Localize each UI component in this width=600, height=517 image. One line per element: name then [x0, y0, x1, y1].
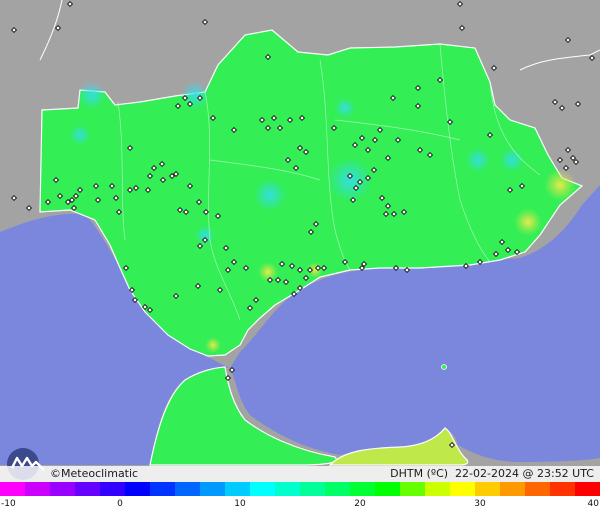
- scale-color-strip: [0, 482, 600, 496]
- scale-color-cell: [275, 482, 300, 496]
- scale-color-cell: [400, 482, 425, 496]
- scale-color-cell: [550, 482, 575, 496]
- brand-label[interactable]: ©Meteoclimatic: [50, 467, 138, 480]
- scale-color-cell: [500, 482, 525, 496]
- alboran-island: [441, 364, 447, 370]
- copyright-symbol: ©: [50, 467, 61, 480]
- map-date: 22-02-2024: [455, 467, 519, 480]
- scale-tick-label: 0: [117, 499, 123, 509]
- scale-color-cell: [150, 482, 175, 496]
- scale-tick-label: 30: [474, 499, 486, 509]
- scale-color-cell: [250, 482, 275, 496]
- scale-color-cell: [225, 482, 250, 496]
- scale-color-cell: [75, 482, 100, 496]
- temperature-map: [0, 0, 600, 517]
- scale-color-cell: [575, 482, 600, 496]
- scale-color-cell: [300, 482, 325, 496]
- scale-color-cell: [25, 482, 50, 496]
- scale-color-cell: [475, 482, 500, 496]
- scale-color-cell: [350, 482, 375, 496]
- scale-color-cell: [50, 482, 75, 496]
- scale-color-cell: [0, 482, 25, 496]
- scale-color-cell: [325, 482, 350, 496]
- scale-color-cell: [175, 482, 200, 496]
- scale-color-cell: [125, 482, 150, 496]
- map-info: DHTM (ºC) 22-02-2024 @ 23:52 UTC: [390, 467, 594, 480]
- scale-color-cell: [200, 482, 225, 496]
- scale-tick-label: 20: [354, 499, 366, 509]
- map-footer-bar: ©Meteoclimatic DHTM (ºC) 22-02-2024 @ 23…: [0, 466, 600, 482]
- scale-color-cell: [525, 482, 550, 496]
- scale-tick-label: 40: [587, 499, 599, 509]
- scale-tick-label: -10: [1, 499, 16, 509]
- brand-name: Meteoclimatic: [61, 467, 139, 480]
- temperature-scale: -10 0 10 20 30 40: [0, 482, 600, 517]
- scale-color-cell: [100, 482, 125, 496]
- map-time: 23:52 UTC: [536, 467, 594, 480]
- scale-color-cell: [375, 482, 400, 496]
- scale-tick-label: 10: [234, 499, 246, 509]
- scale-color-cell: [425, 482, 450, 496]
- scale-color-cell: [450, 482, 475, 496]
- variable-label: DHTM (ºC): [390, 467, 449, 480]
- at-symbol: @: [522, 467, 534, 480]
